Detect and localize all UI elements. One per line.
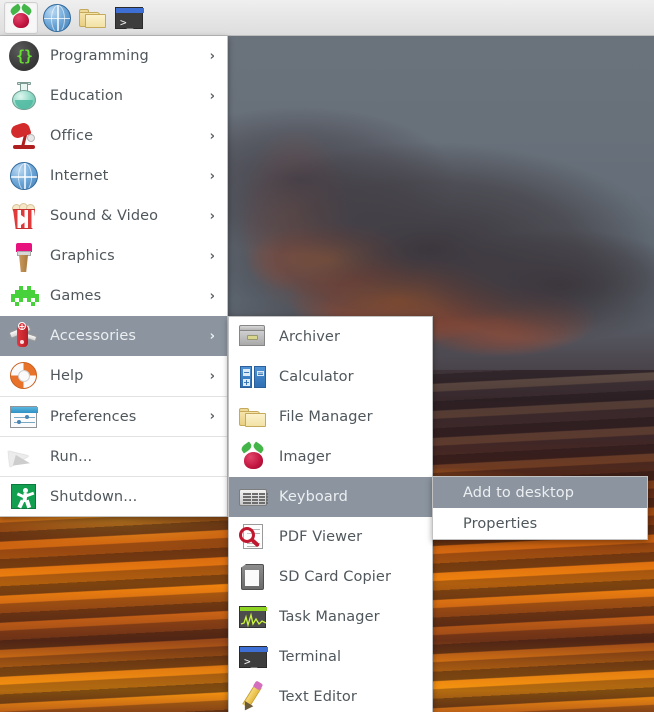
submenu-item-task-manager[interactable]: Task Manager <box>229 597 432 637</box>
chevron-right-icon: › <box>209 168 215 184</box>
menu-item-label: Graphics <box>50 248 115 264</box>
globe-icon <box>8 160 40 192</box>
folder-icon <box>78 4 108 32</box>
calculator-icon: − + = <box>237 361 269 393</box>
submenu-item-archiver[interactable]: Archiver <box>229 317 432 357</box>
menu-item-run[interactable]: Run... <box>0 436 227 476</box>
menu-item-label: Text Editor <box>279 689 357 705</box>
menu-item-label: Properties <box>463 515 538 532</box>
menu-item-label: Internet <box>50 168 109 184</box>
menu-item-label: PDF Viewer <box>279 529 363 545</box>
menu-item-preferences[interactable]: Preferences › <box>0 396 227 436</box>
menu-item-label: Education <box>50 88 124 104</box>
keyboard-icon <box>237 481 269 513</box>
raspberry-pi-icon <box>237 441 269 473</box>
web-browser-launcher[interactable] <box>40 2 74 34</box>
menu-item-label: Programming <box>50 48 149 64</box>
life-ring-icon <box>8 360 40 392</box>
space-invader-icon <box>8 280 40 312</box>
submenu-item-terminal[interactable]: >_ Terminal <box>229 637 432 677</box>
chevron-right-icon: › <box>209 208 215 224</box>
menu-item-label: Games <box>50 288 102 304</box>
menu-item-label: Add to desktop <box>463 484 575 501</box>
menu-item-label: Sound & Video <box>50 208 159 224</box>
context-item-add-to-desktop[interactable]: Add to desktop <box>433 477 647 508</box>
chevron-right-icon: › <box>209 48 215 64</box>
graph-monitor-icon <box>237 601 269 633</box>
context-item-properties[interactable]: Properties <box>433 508 647 539</box>
submenu-item-sd-card-copier[interactable]: SD Card Copier <box>229 557 432 597</box>
terminal-launcher[interactable]: >_ <box>112 2 146 34</box>
menu-item-accessories[interactable]: + Accessories › <box>0 316 227 356</box>
sd-card-icon <box>237 561 269 593</box>
menu-item-label: Keyboard <box>279 489 348 505</box>
menu-item-label: Calculator <box>279 369 354 385</box>
pencil-icon <box>237 680 269 712</box>
sliders-icon <box>8 401 40 433</box>
menu-item-label: Imager <box>279 449 331 465</box>
braces-icon: {} <box>8 40 40 72</box>
context-menu: Add to desktop Properties <box>432 476 648 540</box>
menu-item-label: Preferences <box>50 408 137 425</box>
desktop-screen: >_ {} Programming › Education › Office › Intern… <box>0 0 654 712</box>
chevron-right-icon: › <box>209 288 215 304</box>
submenu-item-calculator[interactable]: − + = Calculator <box>229 357 432 397</box>
menu-item-label: Terminal <box>279 649 342 665</box>
menu-item-label: Shutdown... <box>50 488 138 505</box>
accessories-submenu: Archiver − + = Calculator File Manager Imager K… <box>228 316 433 712</box>
chevron-right-icon: › <box>209 368 215 384</box>
submenu-item-imager[interactable]: Imager <box>229 437 432 477</box>
popcorn-icon <box>8 200 40 232</box>
terminal-icon: >_ <box>114 5 144 31</box>
file-manager-launcher[interactable] <box>76 2 110 34</box>
raspberry-pi-logo-icon <box>8 2 34 31</box>
chevron-right-icon: › <box>209 248 215 264</box>
submenu-item-keyboard[interactable]: Keyboard <box>229 477 432 517</box>
menu-item-label: File Manager <box>279 409 373 425</box>
menu-item-office[interactable]: Office › <box>0 116 227 156</box>
taskbar: >_ <box>0 0 654 36</box>
menu-item-label: SD Card Copier <box>279 569 392 585</box>
menu-item-sound-video[interactable]: Sound & Video › <box>0 196 227 236</box>
desk-lamp-icon <box>8 120 40 152</box>
chevron-right-icon: › <box>209 128 215 144</box>
application-menu: {} Programming › Education › Office › Internet ›… <box>0 36 228 517</box>
menu-item-help[interactable]: Help › <box>0 356 227 396</box>
menu-item-graphics[interactable]: Graphics › <box>0 236 227 276</box>
menu-item-programming[interactable]: {} Programming › <box>0 36 227 76</box>
chevron-right-icon: › <box>209 88 215 104</box>
menu-item-games[interactable]: Games › <box>0 276 227 316</box>
menu-item-label: Archiver <box>279 329 341 345</box>
exit-sign-icon <box>8 481 40 513</box>
menu-item-label: Run... <box>50 448 93 465</box>
submenu-item-file-manager[interactable]: File Manager <box>229 397 432 437</box>
submenu-item-text-editor[interactable]: Text Editor <box>229 677 432 712</box>
menu-item-shutdown[interactable]: Shutdown... <box>0 476 227 516</box>
submenu-item-pdf-viewer[interactable]: PDF Viewer <box>229 517 432 557</box>
folder-icon <box>237 401 269 433</box>
paintbrush-icon <box>8 240 40 272</box>
chevron-right-icon: › <box>209 328 215 344</box>
menu-button[interactable] <box>4 1 38 34</box>
file-drawer-icon <box>237 321 269 353</box>
terminal-icon: >_ <box>237 641 269 673</box>
globe-icon <box>43 3 71 32</box>
swiss-army-knife-icon: + <box>8 320 40 352</box>
flask-icon <box>8 80 40 112</box>
menu-item-education[interactable]: Education › <box>0 76 227 116</box>
menu-item-internet[interactable]: Internet › <box>0 156 227 196</box>
menu-item-label: Help <box>50 368 84 384</box>
paper-plane-icon <box>8 441 40 473</box>
menu-item-label: Accessories <box>50 328 137 344</box>
menu-item-label: Task Manager <box>279 609 380 625</box>
pdf-magnifier-icon <box>237 521 269 553</box>
chevron-right-icon: › <box>209 409 215 424</box>
menu-item-label: Office <box>50 128 94 144</box>
